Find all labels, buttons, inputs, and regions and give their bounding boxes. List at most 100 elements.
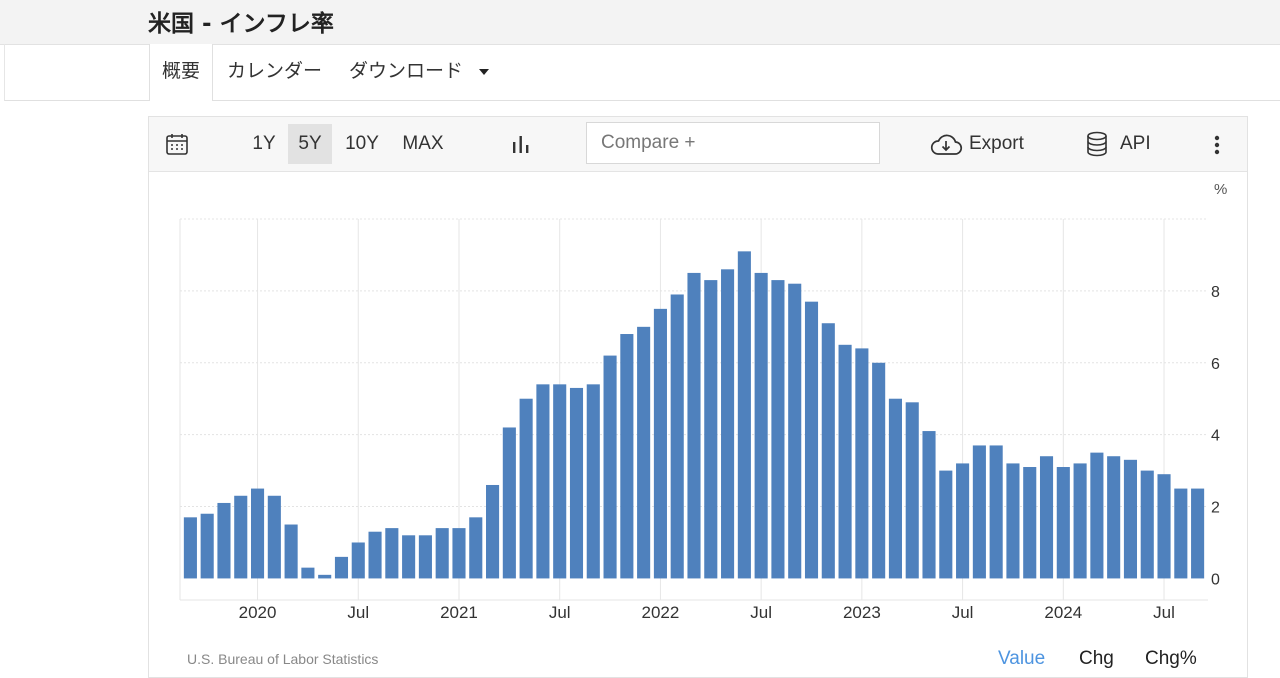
bar: [637, 326, 651, 579]
bar: [250, 488, 265, 579]
range-1y-button[interactable]: 1Y: [244, 124, 284, 164]
bar: [1174, 488, 1188, 579]
bar: [586, 384, 600, 579]
x-tick-label: 2022: [642, 603, 680, 622]
bar: [939, 470, 953, 579]
bar: [1157, 474, 1171, 579]
bar: [301, 567, 315, 579]
bar: [620, 334, 634, 579]
bar-chart-icon[interactable]: [510, 133, 532, 155]
x-tick-label: Jul: [1153, 603, 1175, 622]
title-bar: 米国 - インフレ率: [0, 0, 1280, 45]
tab-download[interactable]: ダウンロード: [349, 44, 490, 100]
source-label: U.S. Bureau of Labor Statistics: [187, 651, 379, 667]
x-tick-label: Jul: [750, 603, 772, 622]
x-tick-label: 2024: [1044, 603, 1082, 622]
bar: [486, 484, 500, 579]
bar: [284, 524, 298, 579]
bar: [603, 355, 617, 579]
bar: [1140, 470, 1154, 579]
bar: [771, 280, 785, 579]
bar: [435, 528, 449, 579]
bar: [704, 280, 718, 579]
bar: [956, 463, 970, 579]
bar: [569, 387, 584, 579]
bar: [318, 574, 332, 579]
export-button[interactable]: Export: [969, 124, 1035, 164]
bar: [989, 445, 1003, 579]
bar: [1191, 488, 1205, 579]
bar: [200, 513, 214, 579]
x-tick-label: 2020: [239, 603, 277, 622]
calendar-icon[interactable]: [165, 132, 189, 156]
chg-mode-button[interactable]: Chg: [1079, 648, 1114, 670]
bar: [922, 431, 936, 579]
bar: [234, 495, 248, 579]
tab-calendar[interactable]: カレンダー: [227, 44, 322, 100]
x-tick-label: Jul: [549, 603, 571, 622]
bar: [334, 556, 349, 579]
y-unit-label: %: [1214, 181, 1227, 198]
cloud-download-icon[interactable]: [929, 133, 963, 157]
x-tick-label: 2023: [843, 603, 881, 622]
range-max-button[interactable]: MAX: [393, 124, 453, 164]
bar: [519, 398, 533, 579]
tab-calendar-label: カレンダー: [227, 60, 323, 82]
bar: [821, 323, 835, 579]
bar: [351, 542, 365, 579]
tab-overview[interactable]: 概要: [149, 44, 214, 101]
bar: [1006, 463, 1020, 579]
tab-overview-label: 概要: [162, 60, 201, 82]
bar: [1023, 467, 1037, 579]
page-title: 米国 - インフレ率: [148, 11, 334, 37]
bar: [402, 535, 416, 579]
database-icon[interactable]: [1086, 131, 1108, 157]
bar: [553, 384, 567, 579]
y-tick-label: 8: [1211, 284, 1220, 301]
y-tick-label: 6: [1211, 356, 1220, 373]
chart-toolbar: 1Y 5Y 10Y MAX Export API: [149, 117, 1247, 172]
bar: [687, 272, 701, 579]
chg-pct-mode-button[interactable]: Chg%: [1145, 648, 1197, 670]
x-tick-label: Jul: [347, 603, 369, 622]
bar: [502, 427, 516, 579]
bar: [1073, 463, 1087, 579]
chart-panel: 1Y 5Y 10Y MAX Export API 02468%2: [148, 116, 1248, 678]
bar: [788, 283, 802, 579]
range-10y-button[interactable]: 10Y: [337, 124, 387, 164]
bar: [1039, 456, 1054, 579]
bar: [183, 517, 197, 579]
bar: [217, 502, 231, 579]
bar: [536, 384, 550, 579]
api-button[interactable]: API: [1120, 124, 1160, 164]
compare-input[interactable]: [586, 122, 880, 164]
bar: [1056, 467, 1070, 579]
inflation-bar-chart: 0 2 4 6 8% 2020 Jul 2021 Jul 2022 Jul 2023 Jul 2024 Ju…: [179, 181, 1227, 622]
bar: [1123, 459, 1138, 579]
bar: [754, 272, 768, 579]
bar: [452, 528, 466, 579]
x-tick-label: 2021: [440, 603, 478, 622]
bar: [653, 308, 667, 579]
bar: [737, 251, 751, 579]
bar: [368, 531, 382, 579]
y-tick-label: 0: [1211, 571, 1220, 588]
value-mode-button[interactable]: Value: [998, 648, 1045, 670]
x-tick-label: Jul: [952, 603, 974, 622]
bar: [469, 517, 483, 579]
bar: [888, 398, 902, 579]
tabs-row: 概要 カレンダー ダウンロード: [4, 44, 1280, 101]
bar: [872, 362, 886, 579]
range-5y-button[interactable]: 5Y: [288, 124, 332, 164]
y-tick-label: 4: [1211, 428, 1220, 445]
bar: [721, 269, 735, 579]
more-vertical-icon[interactable]: [1213, 134, 1221, 156]
tab-download-label: ダウンロード: [349, 60, 464, 82]
bar: [972, 445, 986, 579]
y-tick-label: 2: [1211, 500, 1220, 517]
bar: [804, 301, 819, 579]
bar: [905, 402, 919, 579]
bar: [418, 535, 432, 579]
bar: [855, 348, 869, 579]
bar: [385, 528, 399, 579]
